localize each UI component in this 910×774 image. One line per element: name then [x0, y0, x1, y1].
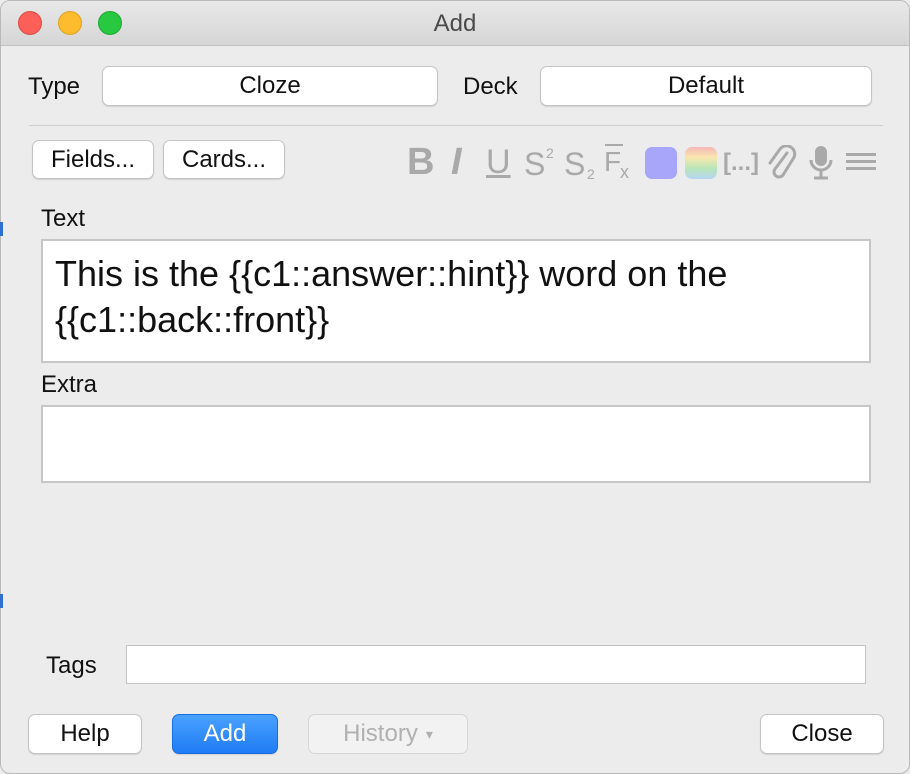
text-color-icon[interactable] [645, 147, 677, 179]
subscript-icon[interactable]: S 2 [563, 141, 599, 183]
more-icon[interactable] [846, 149, 876, 175]
deck-label: Deck [463, 73, 518, 100]
field-label-text: Text [41, 205, 86, 232]
background-window-edge [0, 222, 3, 236]
title-bar: Add [1, 1, 909, 46]
svg-text:S: S [564, 146, 585, 182]
text-field-editor[interactable]: This is the {{c1::answer::hint}} word on… [41, 239, 871, 363]
text-field-content[interactable]: This is the {{c1::answer::hint}} word on… [55, 251, 857, 343]
type-label: Type [28, 73, 81, 100]
svg-text:2: 2 [587, 166, 595, 182]
help-button[interactable]: Help [28, 714, 142, 754]
background-window-edge [0, 594, 3, 608]
svg-text:2: 2 [546, 145, 554, 161]
deck-button[interactable]: Default [540, 66, 872, 106]
close-button[interactable]: Close [760, 714, 884, 754]
field-label-extra: Extra [41, 371, 98, 398]
highlight-color-icon[interactable] [685, 147, 717, 179]
record-audio-icon[interactable] [807, 144, 835, 182]
underline-icon[interactable]: U [486, 140, 511, 184]
add-window: Add Type Cloze Deck Default Fields... Ca… [0, 0, 910, 774]
chevron-down-icon: ▾ [425, 725, 433, 742]
divider [29, 125, 883, 126]
svg-text:S: S [524, 146, 545, 181]
attachment-icon[interactable] [765, 145, 797, 181]
cloze-icon[interactable]: [...] [723, 147, 759, 179]
italic-icon[interactable]: I [451, 140, 462, 184]
history-button-label: History [343, 720, 418, 747]
fields-button[interactable]: Fields... [32, 140, 154, 179]
extra-field-editor[interactable] [41, 405, 871, 483]
add-button[interactable]: Add [172, 714, 278, 754]
tags-input[interactable] [126, 645, 866, 684]
bold-icon[interactable]: B [407, 140, 434, 184]
superscript-icon[interactable]: S 2 [523, 141, 557, 181]
history-button[interactable]: History ▾ [308, 714, 468, 754]
tags-label: Tags [46, 652, 97, 679]
note-type-button[interactable]: Cloze [102, 66, 438, 106]
svg-text:F: F [604, 146, 621, 177]
window-title: Add [433, 10, 477, 37]
clear-format-icon[interactable]: F x [603, 141, 639, 183]
svg-text:x: x [620, 162, 629, 182]
cards-button[interactable]: Cards... [163, 140, 285, 179]
